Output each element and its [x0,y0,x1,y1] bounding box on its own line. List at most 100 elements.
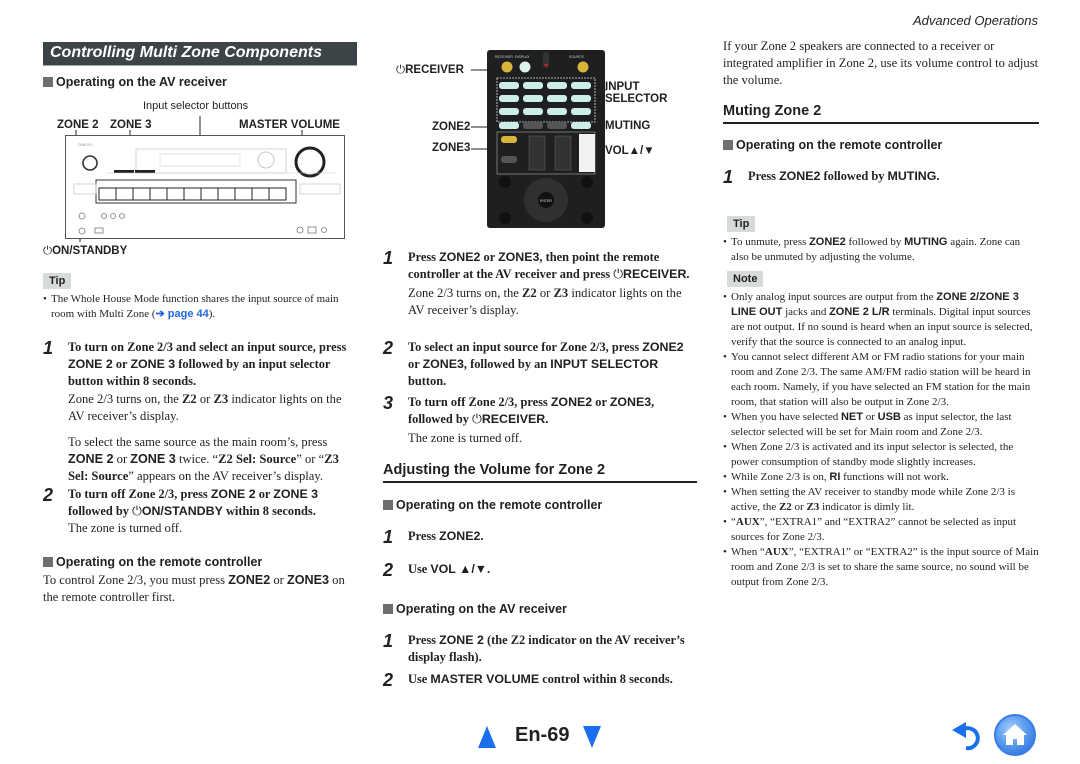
step-number: 2 [383,560,394,580]
remote-label-zone2: ZONE2 [432,121,471,133]
step-number: 3 [383,393,394,413]
middle-step-2: 2 To select an input source for Zone 2/3… [383,339,697,390]
square-bullet-icon [43,557,53,567]
section-title: Controlling Multi Zone Components [50,44,322,61]
step-number: 1 [383,631,394,651]
subhead-text: Operating on the AV receiver [56,75,227,89]
note-item: • “AUX”, “EXTRA1” and “EXTRA2” cannot be … [723,516,1017,543]
back-arrow-icon [952,722,980,751]
vol-remote-button [579,134,595,172]
middle-step-1: 1 Press ZONE2 or ZONE3, then point the r… [383,249,697,319]
step-number: 1 [383,527,394,547]
home-button[interactable] [994,714,1036,756]
muting-step-1: 1 Press ZONE2 followed by MUTING. [723,167,940,187]
square-bullet-icon [383,604,393,614]
next-page-button[interactable] [583,726,601,748]
remote-label-input: INPUT [605,81,640,93]
muting-remote-button [571,122,591,129]
remote-svg: RECEIVER DISPLAY SOURCE ENTER [495,52,596,224]
step-number: 2 [383,338,394,358]
tip-bullet: • To unmute, press ZONE2 followed by MUT… [723,236,1021,263]
remote-label-vol: VOL▲/▼ [605,145,655,157]
step-description: Zone 2/3 turns on, the Z2 or Z3 indicato… [68,392,342,423]
volume-step-1: 1 Press ZONE2. [383,527,484,547]
step-instruction: To select an input source for Zone 2/3, … [408,340,684,388]
svg-text:RECEIVER: RECEIVER [495,55,513,59]
right-intro: If your Zone 2 speakers are connected to… [723,39,1039,87]
step-number: 2 [383,670,394,690]
step-instruction: To turn off Zone 2/3, press ZONE2 or ZON… [408,395,655,426]
svg-text:ONKYO: ONKYO [78,142,92,147]
subhead-remote-controller: Operating on the remote controller [43,555,262,569]
volume-heading: Adjusting the Volume for Zone 2 [383,462,697,483]
zone2-remote-button [523,122,543,129]
section-banner: Controlling Multi Zone Components [43,42,357,66]
remote-controller-illustration: RECEIVER DISPLAY SOURCE ENTER [487,50,605,228]
step-description: The zone is turned off. [408,431,523,445]
note-item: • Only analog input sources are output fr… [723,291,1033,348]
on-standby-button [82,155,98,171]
muting-heading: Muting Zone 2 [723,103,1039,124]
remote-intro-text: To control Zone 2/3, you must press ZONE… [43,573,345,604]
remote-label-zone3: ZONE3 [432,142,471,154]
power-icon: ⏻ [613,267,624,281]
subhead-av-receiver: Operating on the AV receiver [43,75,227,89]
tip-bullet: • The Whole House Mode function shares t… [43,293,339,320]
ri-icon: RI [829,471,841,483]
back-button[interactable] [950,720,986,752]
on-standby-label: ⏻ON/STANDBY [43,245,128,257]
step-number: 2 [43,485,54,505]
power-icon: ⏻ [396,64,406,76]
master-volume-knob [294,146,326,178]
step-extra: To select the same source as the main ro… [68,435,339,483]
note-item: • When “AUX”, “EXTRA1” or “EXTRA2” is the… [723,546,1039,588]
note-item: • When you have selected NET or USB as in… [723,411,1012,438]
receiver-illustration: ONKYO [73,142,341,235]
step-number: 1 [43,338,54,358]
receiver-power-button [501,61,513,73]
zone2-button [114,170,134,173]
left-step-2: 2 To turn off Zone 2/3, press ZONE 2 or … [43,486,359,537]
square-bullet-icon [383,500,393,510]
tip-badge: Tip [43,273,72,289]
middle-step-3: 3 To turn off Zone 2/3, press ZONE2 or Z… [383,394,697,447]
home-icon [1003,724,1027,745]
power-icon: ⏻ [43,245,53,257]
notes-list: • Only analog input sources are output fr… [723,290,1039,590]
av-step-1: 1 Press ZONE 2 (the Z2 indicator on the … [383,631,685,665]
step-number: 1 [383,248,394,268]
subhead-av-receiver: Operating on the AV receiver [383,602,567,616]
square-bullet-icon [723,140,733,150]
av-step-2: 2 Use MASTER VOLUME control within 8 sec… [383,670,673,690]
subhead-remote-controller: Operating on the remote controller [383,498,602,512]
step-instruction: Press ZONE2 or ZONE3, then point the rem… [408,250,690,281]
note-item: • When setting the AV receiver to standby… [723,486,1016,513]
step-instruction: To turn on Zone 2/3 and select an input … [68,340,347,388]
zone3-button [135,170,155,173]
page-link[interactable]: ➔ page 44 [156,308,209,320]
power-icon: ⏻ [472,412,482,426]
note-item: • While Zone 2/3 is on, RI functions will… [723,471,949,483]
left-step-1: 1 To turn on Zone 2/3 and select an inpu… [43,339,359,485]
note-item: • You cannot select different AM or FM ra… [723,351,1031,408]
svg-text:ENTER: ENTER [540,199,552,203]
volume-step-2: 2 Use VOL ▲/▼. [383,560,491,580]
av-receiver-front-panel: ONKYO [65,135,345,239]
step-instruction: To turn off Zone 2/3, press ZONE 2 or ZO… [68,487,319,518]
remote-label-selector: SELECTOR [605,93,668,105]
power-icon: ⏻ [132,504,142,518]
running-head: Advanced Operations [912,13,1038,28]
step-description: The zone is turned off. [68,521,183,535]
step-number: 1 [723,167,734,187]
tip-badge: Tip [727,216,756,232]
previous-page-button[interactable] [478,726,496,748]
note-item: • When Zone 2/3 is activated and its inpu… [723,441,1014,468]
page-number: En-69 [515,724,570,746]
subhead-remote-controller: Operating on the remote controller [723,138,942,152]
zone3-remote-button [547,122,567,129]
step-description: Zone 2/3 turns on, the Z2 or Z3 indicato… [408,286,682,317]
remote-label-receiver: ⏻RECEIVER [396,64,464,76]
svg-text:SOURCE: SOURCE [569,55,585,59]
note-badge: Note [727,271,764,287]
remote-label-muting: MUTING [605,120,651,132]
